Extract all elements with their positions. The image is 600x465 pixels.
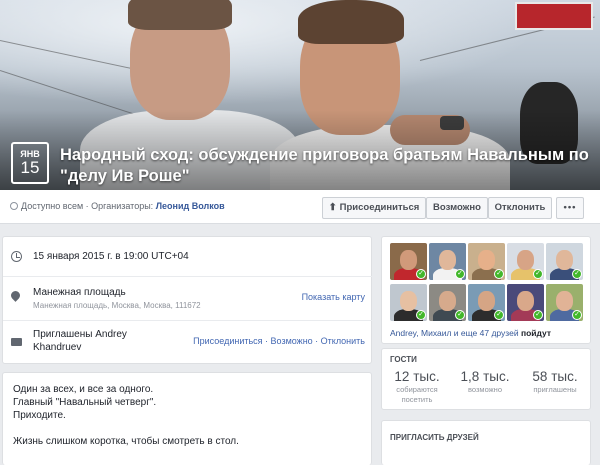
going-count: 12 тыс.: [394, 369, 440, 384]
going-check-icon: ✓: [416, 269, 426, 279]
invited-by-line1: Приглашены Andrey: [33, 329, 127, 340]
event-action-bar: Доступно всем · Организаторы: Леонид Вол…: [0, 190, 600, 224]
invited-label: приглашены: [533, 385, 577, 394]
cover-photo[interactable]: ЯНВ 15 Народный сход: обсуждение пригово…: [0, 0, 600, 190]
friend-avatar-head: [517, 250, 534, 270]
description-line: Приходите.: [13, 410, 66, 421]
friend-avatar-head: [400, 250, 417, 270]
organizer-link[interactable]: Леонид Волков: [156, 201, 225, 211]
friend-avatar[interactable]: ✓: [507, 284, 544, 321]
friend-avatar[interactable]: ✓: [390, 284, 427, 321]
description-line: Главный "Навальный четверг".: [13, 397, 157, 408]
visibility-text: Доступно всем · Организаторы:: [21, 201, 154, 211]
event-details-card: 15 января 2015 г. в 19:00 UTC+04 Манежна…: [2, 236, 373, 365]
clock-icon: [11, 251, 22, 265]
maybe-count: 1,8 тыс.: [460, 369, 510, 384]
friend-avatar-head: [556, 250, 573, 270]
going-check-icon: ✓: [572, 269, 582, 279]
map-pin-icon: [9, 289, 22, 303]
going-stat[interactable]: 12 тыс. собираются посетить: [382, 369, 452, 404]
friend-avatar-head: [478, 250, 495, 270]
friend-avatar-head: [439, 291, 456, 311]
going-label: собираются: [396, 385, 438, 394]
description-line: Жизнь слишком коротка, чтобы смотреть в …: [13, 436, 239, 447]
event-description: Один за всех, и все за одного. Главный "…: [13, 383, 239, 448]
event-meta: Доступно всем · Организаторы: Леонид Вол…: [10, 201, 225, 211]
friend-avatar-head: [478, 291, 495, 311]
date-day: 15: [20, 158, 40, 177]
going-check-icon: ✓: [572, 310, 582, 320]
envelope-icon: [11, 337, 22, 349]
invite-friends-heading: ПРИГЛАСИТЬ ДРУЗЕЙ: [390, 433, 479, 442]
event-title: Народный сход: обсуждение приговора брат…: [60, 146, 589, 185]
location-row: Манежная площадь Манежная площадь, Москв…: [3, 277, 373, 321]
friends-going-card: ✓ ✓ ✓ ✓ ✓ ✓ ✓ ✓ ✓ ✓ Andrey, Михаил и еще 47 друзе…: [381, 236, 591, 344]
friend-avatar[interactable]: ✓: [468, 284, 505, 321]
red-sign: [515, 2, 593, 30]
friend-avatar[interactable]: ✓: [468, 243, 505, 280]
invite-friends-card: ПРИГЛАСИТЬ ДРУЗЕЙ: [381, 420, 591, 465]
person-right-hair: [298, 0, 404, 44]
friend-avatar[interactable]: ✓: [507, 243, 544, 280]
description-line: Один за всех, и все за одного.: [13, 384, 154, 395]
join-button[interactable]: ⬆ Присоединиться: [322, 197, 426, 219]
maybe-label: возможно: [468, 385, 502, 394]
going-label: посетить: [401, 395, 433, 404]
friends-names[interactable]: Andrey, Михаил и еще 47 друзей: [390, 328, 519, 338]
decline-button[interactable]: Отклонить: [488, 197, 552, 219]
friends-going-text[interactable]: Andrey, Михаил и еще 47 друзей пойдут: [390, 328, 551, 338]
friend-avatar[interactable]: ✓: [429, 284, 466, 321]
rsvp-links[interactable]: Присоединиться · Возможно · Отклонить: [193, 336, 365, 346]
guests-heading: ГОСТИ: [390, 355, 417, 364]
friend-avatar[interactable]: ✓: [390, 243, 427, 280]
going-check-icon: ✓: [416, 310, 426, 320]
place-address: Манежная площадь, Москва, Москва, 111672: [33, 301, 201, 310]
going-check-icon: ✓: [533, 269, 543, 279]
event-description-card: Один за всех, и все за одного. Главный "…: [2, 372, 372, 465]
friend-avatar-head: [439, 250, 456, 270]
globe-icon: [10, 202, 18, 210]
going-check-icon: ✓: [494, 269, 504, 279]
more-options-button[interactable]: •••: [556, 197, 584, 219]
guests-card: ГОСТИ 12 тыс. собираются посетить 1,8 ты…: [381, 348, 591, 410]
event-datetime[interactable]: 15 января 2015 г. в 19:00 UTC+04: [33, 251, 189, 262]
going-check-icon: ✓: [455, 310, 465, 320]
friend-avatar[interactable]: ✓: [429, 243, 466, 280]
invited-count: 58 тыс.: [532, 369, 578, 384]
join-icon: ⬆: [328, 202, 337, 213]
invited-by-line2[interactable]: Khandruev: [33, 342, 81, 353]
friend-avatar-head: [517, 291, 534, 311]
maybe-stat[interactable]: 1,8 тыс. возможно: [450, 369, 520, 394]
friend-avatar[interactable]: ✓: [546, 284, 583, 321]
show-map-link[interactable]: Показать карту: [302, 292, 365, 302]
invited-stat[interactable]: 58 тыс. приглашены: [520, 369, 590, 394]
event-date-badge: ЯНВ 15: [11, 142, 49, 184]
going-check-icon: ✓: [455, 269, 465, 279]
invitation-row: Приглашены Andrey Khandruev Присоединить…: [3, 321, 373, 365]
going-check-icon: ✓: [533, 310, 543, 320]
friend-avatar[interactable]: ✓: [546, 243, 583, 280]
friend-avatar-head: [400, 291, 417, 311]
friends-going-label: пойдут: [520, 328, 551, 338]
join-label: Присоединиться: [339, 202, 420, 213]
place-name[interactable]: Манежная площадь: [33, 287, 126, 298]
person-left-hair: [128, 0, 232, 30]
friend-avatar-head: [556, 291, 573, 311]
going-check-icon: ✓: [494, 310, 504, 320]
datetime-row: 15 января 2015 г. в 19:00 UTC+04: [3, 237, 373, 277]
maybe-button[interactable]: Возможно: [426, 197, 488, 219]
